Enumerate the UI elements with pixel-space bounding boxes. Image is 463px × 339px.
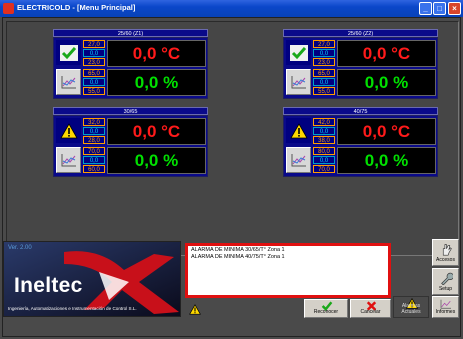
chart-button[interactable]: [286, 69, 311, 95]
chart-button[interactable]: [56, 69, 81, 95]
button-label: Accesos: [436, 257, 455, 263]
warning-icon: [286, 118, 311, 143]
hum-high-limit: 65,0: [313, 69, 335, 77]
temp-setpoint: 0,0: [313, 127, 335, 135]
app-icon: [3, 3, 14, 14]
hum-high-limit: 65,0: [83, 69, 105, 77]
zone-title: 30/65: [53, 107, 208, 115]
zone-panel-2: 25/60 (Z2) 27,0 0,0 23,0 65,0 0,0 55,0 0…: [283, 29, 438, 99]
window-title: ELECTRICOLD - [Menu Principal]: [17, 3, 136, 12]
maximize-button[interactable]: □: [433, 2, 446, 15]
hum-setpoint: 0,0: [83, 78, 105, 86]
minimize-button[interactable]: _: [419, 2, 432, 15]
temp-setpoint: 0,0: [313, 49, 335, 57]
status-ok-icon: [286, 40, 311, 65]
hum-low-limit: 55,0: [313, 87, 335, 95]
humidity-display: 0,0 %: [107, 147, 206, 174]
hand-icon: [442, 244, 452, 256]
temp-high-limit: 27,0: [313, 40, 335, 48]
hum-low-limit: 60,0: [83, 165, 105, 173]
zone-panel-4: 40/75 42,0 0,0 38,0 80,0 0,0 70,0 0,0 °C: [283, 107, 438, 177]
humidity-display: 0,0 %: [337, 147, 436, 174]
acknowledge-button[interactable]: Reconocer: [304, 299, 348, 318]
setup-button[interactable]: Setup: [432, 268, 459, 295]
temp-high-limit: 32,0: [83, 118, 105, 126]
list-item[interactable]: ALARMA DE MINIMA 30/65/T° Zona 1: [188, 246, 388, 254]
cancel-button[interactable]: Cancelar: [350, 299, 391, 318]
zone-panel-3: 30/65 32,0 0,0 28,0 70,0 0,0 60,0 0,0 °C: [53, 107, 208, 177]
logo-tagline: Ingeniería, Automatizaciones e Instrumen…: [8, 306, 137, 311]
temp-high-limit: 27,0: [83, 40, 105, 48]
chart-icon: [291, 154, 306, 167]
button-label: Cancelar: [360, 309, 381, 315]
chart-icon: [291, 76, 306, 89]
temperature-display: 0,0 °C: [107, 118, 206, 145]
temp-setpoint: 0,0: [83, 49, 105, 57]
humidity-display: 0,0 %: [107, 69, 206, 96]
chart-icon: [61, 154, 76, 167]
warning-icon: [189, 302, 201, 320]
temp-low-limit: 23,0: [313, 58, 335, 66]
hum-high-limit: 80,0: [313, 147, 335, 155]
temp-low-limit: 28,0: [83, 136, 105, 144]
zones-panel: 25/60 (Z1) 27,0 0,0 23,0 65,0 0,0 55,0 0…: [6, 21, 459, 256]
logo-wordmark: Ineltec: [14, 274, 83, 297]
version-label: Ver. 2.00: [8, 245, 32, 251]
temperature-display: 0,0 °C: [337, 40, 436, 67]
app-window: ELECTRICOLD - [Menu Principal] _ □ × 25/…: [0, 0, 463, 339]
list-item[interactable]: ALARMA DE MINIMA 40/75/T° Zona 1: [188, 254, 388, 261]
button-label: Reconocer: [313, 309, 339, 315]
zone-title: 25/60 (Z1): [53, 29, 208, 37]
chart-icon: [61, 76, 76, 89]
hum-setpoint: 0,0: [83, 156, 105, 164]
zone-title: 40/75: [283, 107, 438, 115]
status-ok-icon: [56, 40, 81, 65]
temp-low-limit: 23,0: [83, 58, 105, 66]
wrench-icon: [441, 272, 453, 285]
current-alarms-button[interactable]: Alarmas Actuales: [393, 296, 429, 318]
humidity-display: 0,0 %: [337, 69, 436, 96]
temp-low-limit: 38,0: [313, 136, 335, 144]
hum-setpoint: 0,0: [313, 78, 335, 86]
temp-setpoint: 0,0: [83, 127, 105, 135]
button-label: Setup: [438, 286, 453, 292]
hum-high-limit: 70,0: [83, 147, 105, 155]
temperature-display: 0,0 °C: [107, 40, 206, 67]
alarm-list[interactable]: ALARMA DE MINIMA 30/65/T° Zona 1 ALARMA …: [185, 243, 391, 298]
chart-button[interactable]: [56, 147, 81, 173]
button-label: Alarmas Actuales: [401, 303, 421, 315]
zone-title: 25/60 (Z2): [283, 29, 438, 37]
button-label: Informes: [435, 309, 456, 315]
temperature-display: 0,0 °C: [337, 118, 436, 145]
temp-high-limit: 42,0: [313, 118, 335, 126]
title-bar: ELECTRICOLD - [Menu Principal] _ □ ×: [0, 0, 463, 17]
access-button[interactable]: Accesos: [432, 239, 459, 266]
reports-button[interactable]: Informes: [432, 296, 459, 318]
close-button[interactable]: ×: [448, 2, 461, 15]
company-logo: Ver. 2.00 Ineltec Ingeniería, Automatiza…: [3, 241, 181, 317]
warning-icon: [56, 118, 81, 143]
hum-low-limit: 55,0: [83, 87, 105, 95]
chart-icon: [440, 299, 451, 309]
hum-low-limit: 70,0: [313, 165, 335, 173]
chart-button[interactable]: [286, 147, 311, 173]
hum-setpoint: 0,0: [313, 156, 335, 164]
zone-panel-1: 25/60 (Z1) 27,0 0,0 23,0 65,0 0,0 55,0 0…: [53, 29, 208, 99]
